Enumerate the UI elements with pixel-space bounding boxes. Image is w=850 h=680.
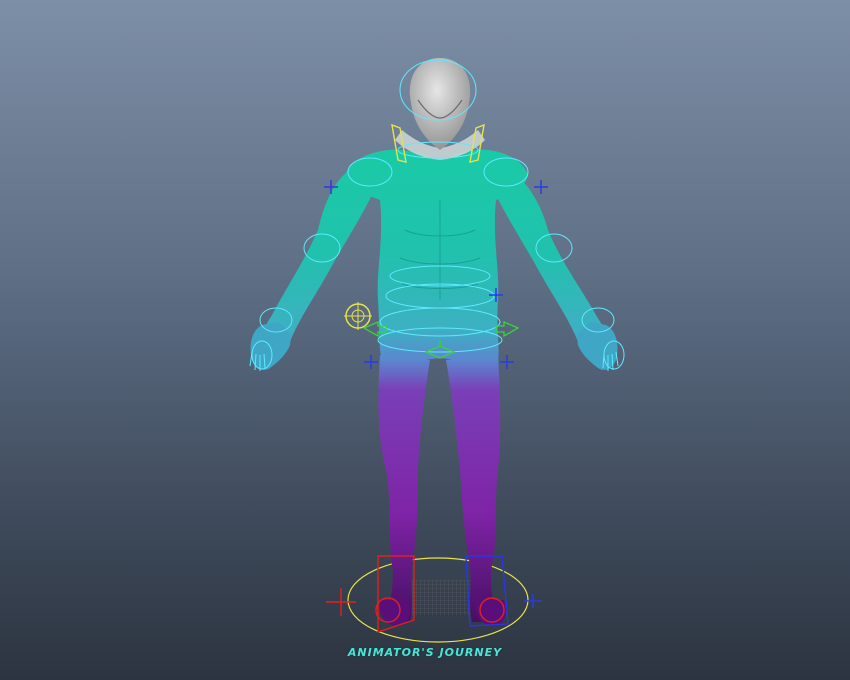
torso[interactable] <box>345 149 528 363</box>
right-arm[interactable] <box>496 170 606 342</box>
foot-grid <box>405 580 475 615</box>
left-foot[interactable] <box>379 600 410 626</box>
left-knee-pole[interactable] <box>364 355 378 369</box>
head[interactable] <box>409 58 471 150</box>
right-elbow-pole[interactable] <box>534 180 548 194</box>
right-hand[interactable] <box>577 322 618 370</box>
watermark-text: ANIMATOR'S JOURNEY <box>347 646 503 659</box>
right-knee-pole[interactable] <box>500 355 514 369</box>
scene-canvas[interactable] <box>0 0 850 680</box>
3d-viewport[interactable]: ANIMATOR'S JOURNEY <box>0 0 850 680</box>
